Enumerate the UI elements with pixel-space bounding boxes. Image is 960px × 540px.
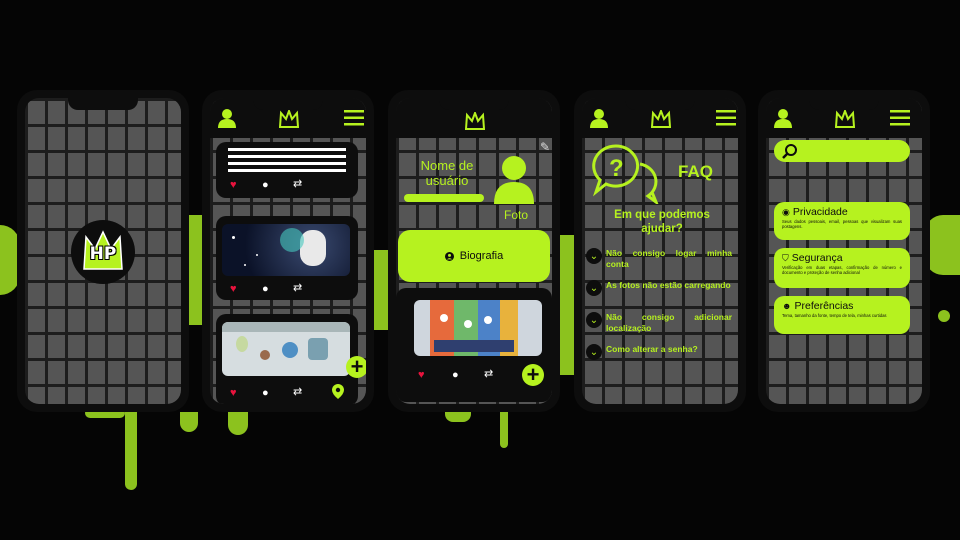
crown-logo-icon[interactable] [465, 112, 485, 130]
user-icon[interactable] [218, 108, 236, 128]
faq-item[interactable]: ⌄ Não consigo logar minha conta [586, 248, 732, 269]
faq-screen: ? FAQ Em que podemos ajudar? ⌄ Não consi… [582, 98, 738, 404]
settings-card-title: Preferências [794, 300, 854, 312]
post-image [222, 322, 350, 376]
user-icon[interactable] [774, 108, 792, 128]
profile-photo-icon[interactable] [494, 154, 534, 204]
repost-icon[interactable]: ⇄ [293, 179, 302, 190]
paint-splash [500, 408, 508, 448]
username-underline [404, 194, 484, 202]
settings-card-desc: Verificação em duas etapas, confirmação … [782, 265, 902, 275]
faq-question: Como alterar a senha? [606, 344, 698, 354]
crown-logo-icon[interactable] [651, 110, 671, 128]
chevron-down-icon[interactable]: ⌄ [586, 280, 602, 296]
eye-icon: ◉ [782, 206, 790, 217]
faq-item[interactable]: ⌄ As fotos não estão carregando [586, 280, 732, 296]
paint-splash [925, 215, 960, 275]
post-image [222, 224, 350, 276]
search-bar[interactable] [774, 140, 910, 162]
faq-question: As fotos não estão carregando [606, 280, 731, 290]
smile-icon: ☻ [782, 301, 792, 311]
crown-logo-icon[interactable] [279, 110, 299, 128]
settings-card-security[interactable]: ⛉ Segurança Verificação em duas etapas, … [774, 248, 910, 288]
settings-card-preferences[interactable]: ☻ Preferências Tema, tamanho da fonte, t… [774, 296, 910, 334]
phone-notch [439, 98, 509, 110]
add-post-button[interactable]: + [522, 364, 544, 386]
add-post-button[interactable]: + [346, 356, 366, 378]
menu-icon[interactable] [716, 110, 736, 126]
menu-icon[interactable] [344, 110, 364, 126]
heart-icon[interactable]: ♥ [230, 284, 237, 295]
settings-card-desc: Tema, tamanho da fonte, tempo de tela, m… [782, 313, 887, 318]
phone-settings: ◉ Privacidade Seus dados pessoais, email… [758, 90, 930, 412]
comment-icon[interactable]: ● [262, 388, 269, 399]
settings-card-title: Privacidade [792, 206, 848, 218]
post-card[interactable]: ♥ ● ⇄ [216, 216, 358, 300]
search-icon [782, 144, 797, 159]
chevron-down-icon[interactable]: ⌄ [586, 312, 602, 328]
chevron-down-icon[interactable]: ⌄ [586, 344, 602, 360]
location-pin-icon[interactable] [332, 384, 344, 399]
faq-item[interactable]: ⌄ Como alterar a senha? [586, 344, 732, 360]
faq-subtitle: Em que podemos ajudar? [614, 209, 710, 235]
question-bubbles-icon: ? [592, 144, 659, 204]
phone-splash: HP [17, 90, 189, 412]
comment-icon[interactable]: ● [262, 284, 269, 295]
profile-screen: ✎ Nome de usuário Foto Biografia ♥ ● ⇄ + [396, 98, 552, 404]
bio-label: Biografia [459, 250, 504, 262]
post-card[interactable]: ♥ ● ⇄ [216, 314, 358, 404]
faq-question: Não consigo adicionar localização [606, 312, 732, 333]
post-card[interactable]: ♥ ● ⇄ [216, 142, 358, 198]
app-logo: HP [71, 220, 135, 284]
feed-screen: ♥ ● ⇄ ♥ ● ⇄ ♥ ● ⇄ + [210, 98, 366, 404]
text-placeholder-lines [228, 148, 346, 172]
post-card[interactable]: ♥ ● ⇄ + [396, 288, 552, 402]
logo-text: HP [89, 244, 117, 264]
svg-text:?: ? [609, 155, 624, 182]
heart-icon[interactable]: ♥ [230, 388, 237, 399]
photo-label: Foto [504, 208, 529, 222]
phone-notch [253, 98, 323, 110]
phone-profile: ✎ Nome de usuário Foto Biografia ♥ ● ⇄ + [388, 90, 560, 412]
paint-splash [180, 412, 198, 432]
faq-item[interactable]: ⌄ Não consigo adicionar localização [586, 312, 732, 333]
phone-notch [625, 98, 695, 110]
faq-title: FAQ [678, 162, 713, 181]
settings-screen: ◉ Privacidade Seus dados pessoais, email… [766, 98, 922, 404]
settings-card-privacy[interactable]: ◉ Privacidade Seus dados pessoais, email… [774, 202, 910, 240]
comment-icon[interactable]: ● [262, 180, 269, 191]
paint-splash [125, 405, 137, 490]
splash-screen: HP [25, 98, 181, 404]
comment-icon[interactable]: ● [452, 370, 459, 381]
settings-card-desc: Seus dados pessoais, email, pessoas que … [782, 219, 902, 229]
shield-icon: ⛉ [782, 252, 789, 263]
paint-splash [228, 410, 248, 435]
phone-faq: ? FAQ Em que podemos ajudar? ⌄ Não consi… [574, 90, 746, 412]
post-image [414, 300, 542, 356]
chevron-down-icon[interactable]: ⌄ [586, 248, 602, 264]
crown-logo-icon[interactable] [835, 110, 855, 128]
repost-icon[interactable]: ⇄ [293, 283, 302, 294]
user-icon[interactable] [590, 108, 608, 128]
edit-pencil-icon[interactable]: ✎ [540, 140, 550, 154]
heart-icon[interactable]: ♥ [230, 180, 237, 191]
user-circle-icon [444, 251, 454, 261]
username-label: Nome de usuário [420, 158, 474, 188]
phone-feed: ♥ ● ⇄ ♥ ● ⇄ ♥ ● ⇄ + [202, 90, 374, 412]
repost-icon[interactable]: ⇄ [484, 369, 493, 380]
search-input[interactable] [802, 143, 902, 159]
paint-splash [938, 310, 950, 322]
menu-icon[interactable] [890, 110, 910, 126]
settings-card-title: Segurança [791, 252, 843, 264]
phone-notch [809, 98, 879, 110]
phone-notch [68, 98, 138, 110]
faq-question: Não consigo logar minha conta [606, 248, 732, 269]
repost-icon[interactable]: ⇄ [293, 387, 302, 398]
heart-icon[interactable]: ♥ [418, 370, 425, 381]
bio-button[interactable]: Biografia [398, 230, 550, 282]
